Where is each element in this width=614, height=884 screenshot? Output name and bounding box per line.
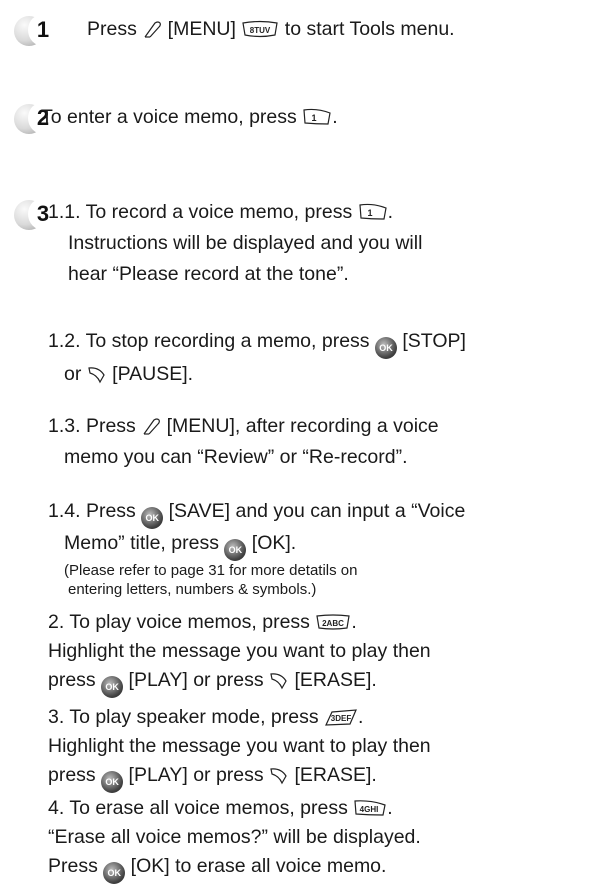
- svg-text:3DEF: 3DEF: [331, 714, 352, 723]
- instruction-1-1: 1.1. To record a voice memo, press 1. In…: [48, 201, 423, 285]
- page-reference-note: (Please refer to page 31 for more detati…: [64, 562, 358, 579]
- step-number-badge: 1: [14, 12, 58, 48]
- svg-text:1: 1: [367, 208, 372, 218]
- svg-text:2ABC: 2ABC: [322, 619, 344, 628]
- key-4-icon: 4GHI: [353, 799, 387, 818]
- instruction-1-4: 1.4. Press OK [SAVE] and you can input a…: [48, 500, 466, 598]
- svg-text:4GHI: 4GHI: [360, 805, 379, 814]
- instruction-4: 4. To erase all voice memos, press 4GHI.…: [48, 794, 421, 884]
- svg-text:1: 1: [312, 113, 317, 123]
- instruction-1-2: 1.2. To stop recording a memo, press OK …: [48, 330, 466, 385]
- ok-key-icon: OK: [141, 507, 164, 529]
- menu-softkey-icon: [141, 417, 161, 436]
- menu-softkey-icon: [142, 20, 162, 39]
- ok-key-icon: OK: [101, 771, 124, 793]
- key-1-icon: 1: [358, 203, 388, 222]
- key-8-icon: 8TUV: [241, 20, 279, 39]
- instruction-3: 3. To play speaker mode, press 3DEF. Hig…: [48, 703, 431, 793]
- key-2-icon: 2ABC: [315, 613, 351, 632]
- right-softkey-icon: [269, 766, 289, 785]
- right-softkey-icon: [87, 365, 107, 384]
- key-1-icon: 1: [302, 108, 332, 127]
- step-1-text: Press [MENU] 8TUV to start Tools menu.: [87, 18, 455, 40]
- key-3-icon: 3DEF: [324, 708, 358, 727]
- step-2-text: To enter a voice memo, press 1.: [41, 106, 338, 128]
- ok-key-icon: OK: [101, 676, 124, 698]
- ok-key-icon: OK: [224, 539, 247, 561]
- right-softkey-icon: [269, 671, 289, 690]
- ok-key-icon: OK: [103, 862, 126, 884]
- instruction-1-3: 1.3. Press [MENU], after recording a voi…: [48, 415, 439, 468]
- svg-text:8TUV: 8TUV: [250, 26, 271, 35]
- ok-key-icon: OK: [374, 337, 397, 359]
- instruction-2: 2. To play voice memos, press 2ABC. High…: [48, 608, 431, 698]
